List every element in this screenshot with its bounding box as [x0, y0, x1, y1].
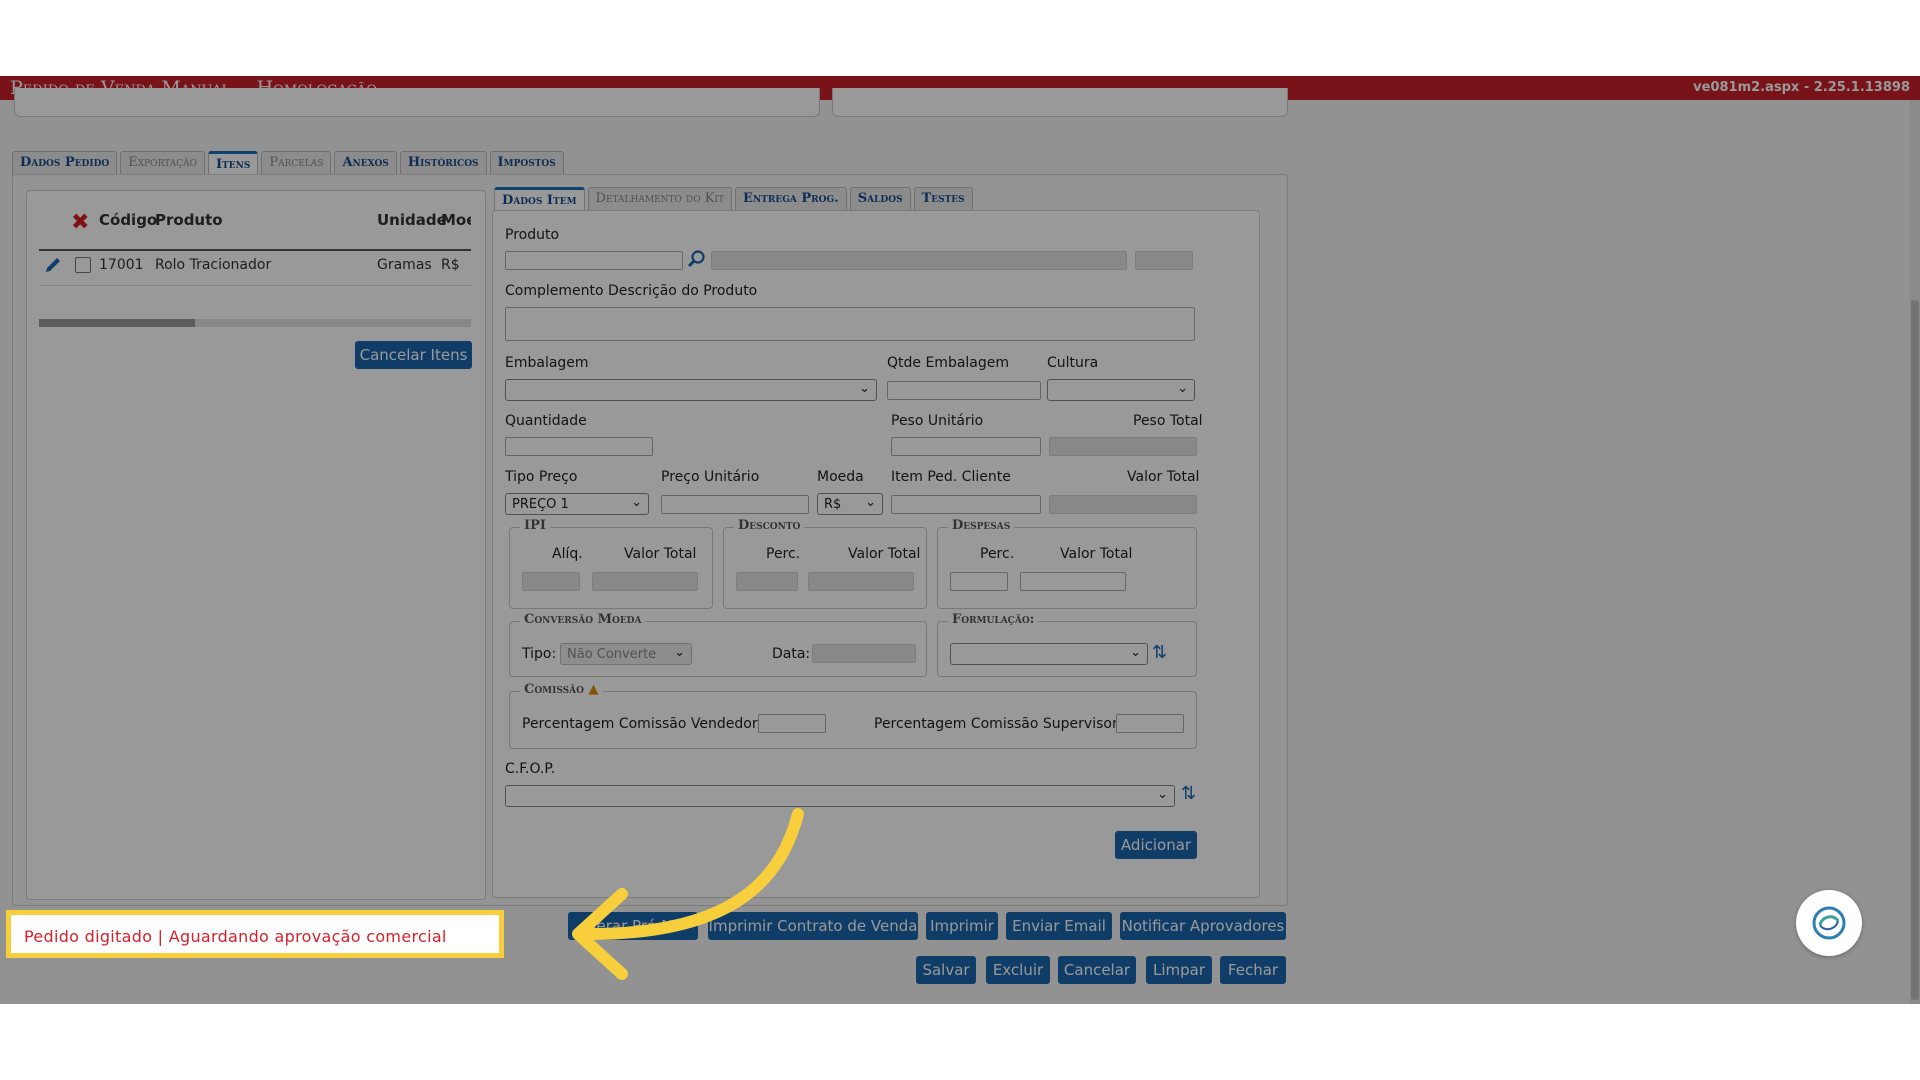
- status-text: Pedido digitado | Aguardando aprovação c…: [24, 927, 447, 946]
- app-window: Pedido de Venda Manual- Homologação ve08…: [0, 76, 1920, 1004]
- dim-overlay: [0, 76, 1920, 1004]
- chat-widget[interactable]: [1796, 890, 1862, 956]
- annotation-arrow-icon: [572, 808, 804, 980]
- chat-logo-icon: [1812, 906, 1846, 940]
- status-callout: Pedido digitado | Aguardando aprovação c…: [6, 910, 504, 958]
